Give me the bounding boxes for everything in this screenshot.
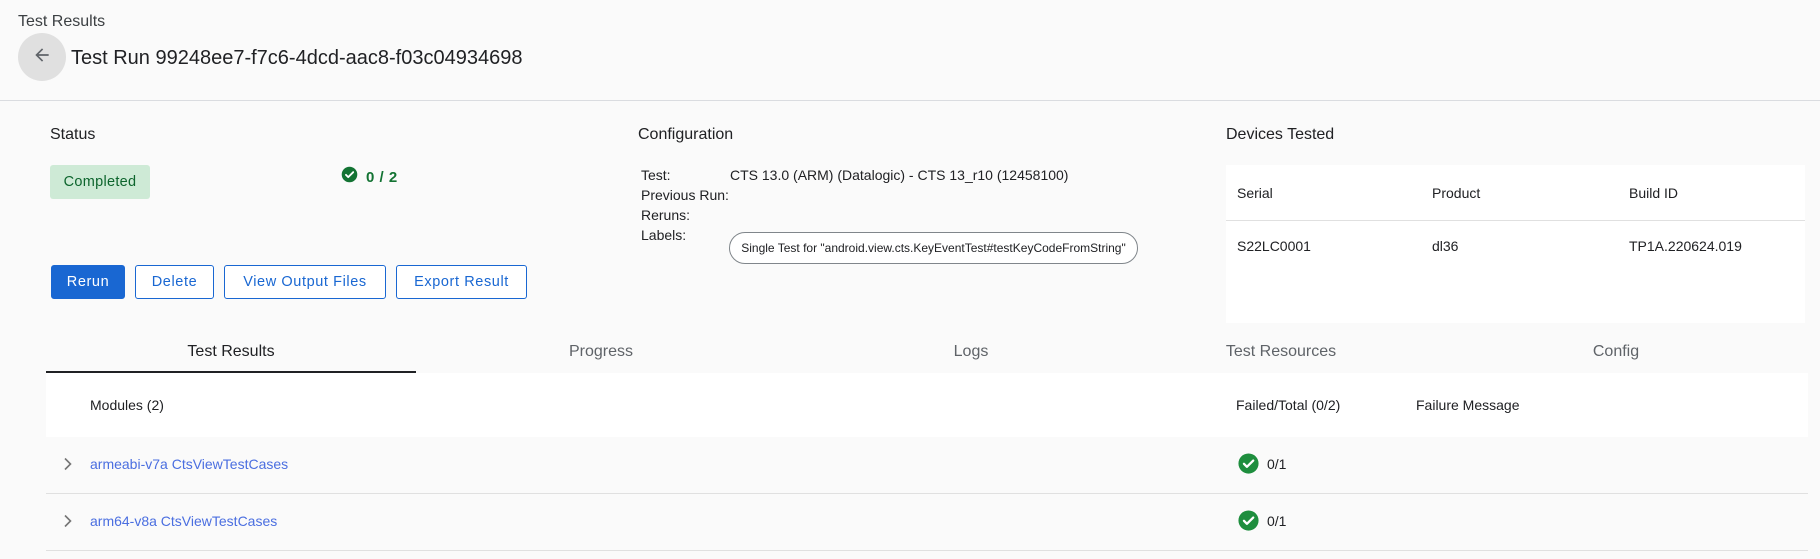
tab-test-resources[interactable]: Test Resources [1096,330,1466,374]
module-row[interactable]: arm64-v8a CtsViewTestCases 0/1 [46,494,1808,551]
module-row[interactable]: armeabi-v7a CtsViewTestCases 0/1 [46,437,1808,494]
config-test-label: Test: [641,167,671,183]
pass-count: 0 / 2 [366,168,398,186]
config-test-value: CTS 13.0 (ARM) (Datalogic) - CTS 13_r10 … [730,167,1069,183]
module-name-link[interactable]: arm64-v8a CtsViewTestCases [90,513,277,529]
device-serial: S22LC0001 [1237,238,1311,254]
tab-config[interactable]: Config [1431,330,1801,374]
tab-progress[interactable]: Progress [416,330,786,374]
module-failed-total: 0/1 [1267,456,1287,472]
device-build-id: TP1A.220624.019 [1629,238,1742,254]
device-product: dl36 [1432,238,1459,254]
devices-col-serial: Serial [1237,185,1273,201]
tab-test-results[interactable]: Test Results [46,330,416,374]
modules-header-failed-total: Failed/Total (0/2) [1236,397,1341,413]
config-previous-run-label: Previous Run: [641,187,729,203]
page-title: Test Run 99248ee7-f7c6-4dcd-aac8-f03c049… [71,47,523,69]
modules-header-name: Modules (2) [90,397,164,413]
rerun-button[interactable]: Rerun [51,265,125,299]
back-button[interactable] [18,33,66,81]
module-name-link[interactable]: armeabi-v7a CtsViewTestCases [90,456,288,472]
modules-header: Modules (2) Failed/Total (0/2) Failure M… [46,373,1808,437]
config-reruns-label: Reruns: [641,207,691,223]
check-circle-icon [1238,510,1259,534]
tab-bar: Test Results Progress Logs Test Resource… [46,330,1808,374]
config-labels-label: Labels: [641,227,687,243]
chevron-right-icon[interactable] [63,514,73,531]
devices-title: Devices Tested [1226,126,1335,143]
page-header: Test Results Test Run 99248ee7-f7c6-4dcd… [0,0,1820,101]
check-circle-icon [1238,453,1259,477]
check-circle-icon [341,166,358,188]
view-output-files-button[interactable]: View Output Files [224,265,386,299]
configuration-title: Configuration [638,126,734,143]
devices-col-build-id: Build ID [1629,185,1679,201]
module-failed-total: 0/1 [1267,513,1287,529]
devices-header-row: Serial Product Build ID [1226,165,1805,221]
chevron-right-icon[interactable] [63,457,73,474]
label-chip: Single Test for "android.view.cts.KeyEve… [729,232,1138,264]
status-badge: Completed [50,165,150,199]
arrow-left-icon [32,45,52,70]
delete-button[interactable]: Delete [135,265,214,299]
modules-header-failure-message: Failure Message [1416,397,1520,413]
pass-summary: 0 / 2 [341,166,398,188]
export-result-button[interactable]: Export Result [396,265,527,299]
devices-table: Serial Product Build ID S22LC0001 dl36 T… [1226,165,1805,323]
devices-col-product: Product [1432,185,1481,201]
status-title: Status [50,126,96,143]
breadcrumb[interactable]: Test Results [18,13,105,31]
